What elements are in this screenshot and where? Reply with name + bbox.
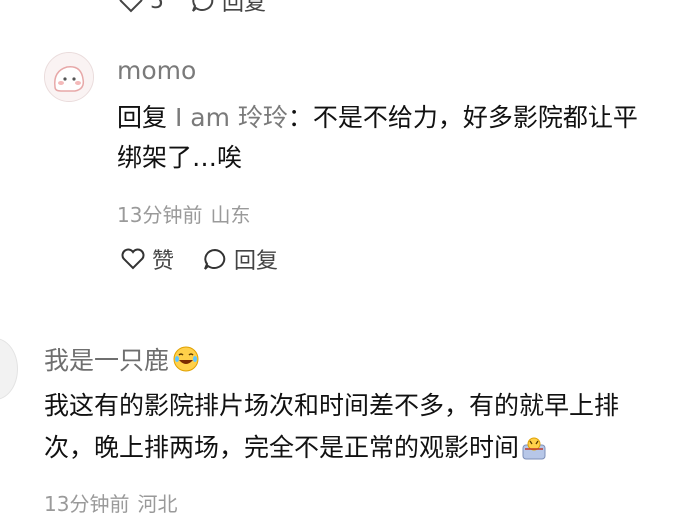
comment-username[interactable]: 我是一只鹿: [44, 341, 199, 377]
avatar[interactable]: [44, 52, 94, 102]
laughing-tears-emoji-icon: [173, 346, 199, 372]
avatar[interactable]: [0, 338, 18, 400]
reply-prefix: 回复: [117, 103, 168, 132]
heart-icon: [119, 0, 143, 13]
like-button[interactable]: 赞: [120, 243, 174, 275]
reply-meta: 13分钟前 山东: [117, 199, 250, 228]
comment-text-line1: 我这有的影院排片场次和时间差不多，有的就早上排: [44, 391, 620, 420]
reply-button-top[interactable]: 回复: [190, 0, 266, 17]
avatar-image: [45, 53, 93, 101]
reply-actions: 赞 回复: [120, 243, 278, 275]
reply-label: 回复: [222, 0, 267, 16]
reply-text: 回复 I am 玲玲：不是不给力，好多影院都让平: [117, 98, 690, 138]
emoji-icon: [522, 437, 546, 460]
timestamp: 13分钟前: [44, 492, 130, 516]
heart-icon: [121, 248, 145, 270]
like-button-top[interactable]: 5: [118, 0, 164, 14]
like-label: 赞: [152, 249, 175, 274]
reply-button[interactable]: 回复: [202, 243, 278, 275]
reply-text-line2: 绑架了…唉: [117, 143, 243, 172]
timestamp: 13分钟前: [117, 203, 203, 227]
location: 山东: [210, 203, 251, 227]
location: 河北: [137, 492, 178, 516]
speech-bubble-icon: [192, 0, 214, 12]
reply-label: 回复: [234, 249, 279, 274]
speech-bubble-icon: [204, 248, 226, 270]
reply-target-user[interactable]: I am 玲玲: [175, 103, 288, 132]
comment-text-line2-wrap: 次，晚上排两场，完全不是正常的观影时间: [44, 428, 547, 468]
like-count: 5: [150, 0, 164, 14]
reply-text-line1: ：不是不给力，好多影院都让平: [287, 103, 638, 132]
username: 我是一只鹿: [44, 346, 170, 375]
comment-meta: 13分钟前 河北: [44, 488, 177, 517]
comment-text-line2: 次，晚上排两场，完全不是正常的观影时间: [44, 433, 520, 462]
username[interactable]: momo: [117, 56, 196, 85]
top-action-row: 5 回复: [118, 0, 266, 16]
